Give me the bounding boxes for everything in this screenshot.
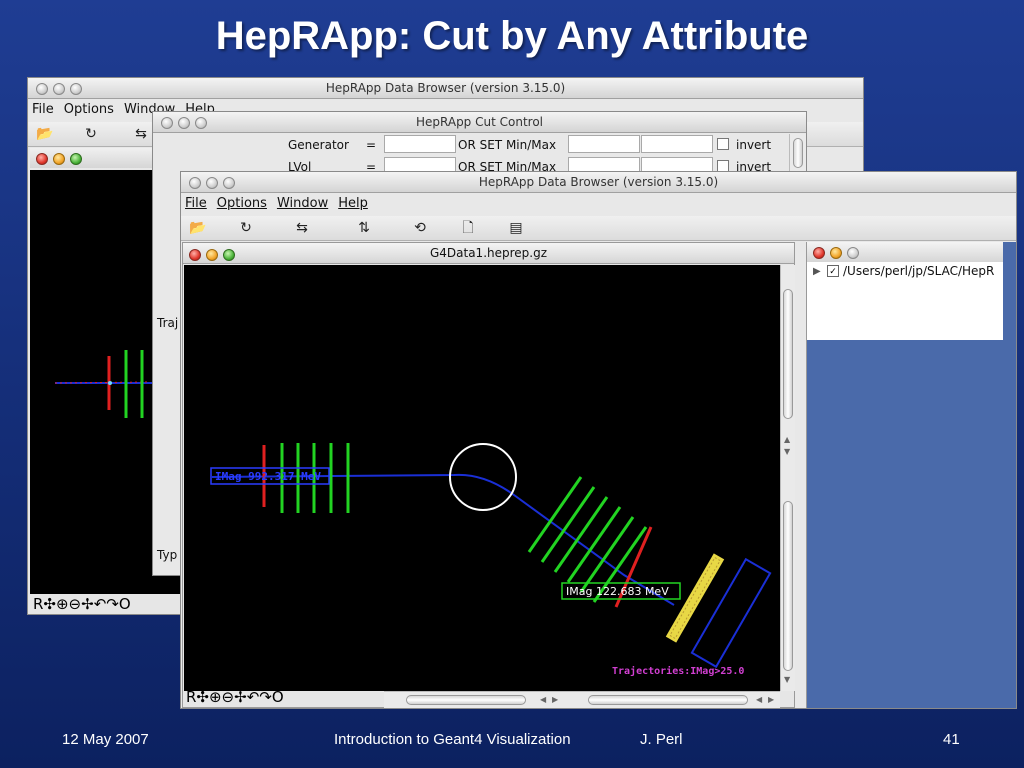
close-button[interactable] — [161, 117, 173, 129]
tree-path: /Users/perl/jp/SLAC/HepR — [843, 264, 995, 278]
horizontal-arrows-icon[interactable]: ⇆ — [285, 218, 319, 238]
tree-titlebar[interactable] — [807, 242, 1003, 263]
rotate-icon[interactable]: ⟲ — [407, 218, 433, 238]
reload-icon[interactable]: ↻ — [233, 218, 259, 238]
invert-checkbox[interactable] — [717, 138, 729, 150]
trajectories-label: Trajectories:IMag>25.0 — [612, 666, 745, 677]
cut-control-scrollbar[interactable] — [789, 134, 806, 174]
scroll-right-arrow[interactable]: ▶ — [552, 695, 558, 704]
g4data-subwindow: G4Data1.heprep.gz IMag 992.317 MeV IMag … — [182, 242, 795, 708]
horizontal-arrows-icon[interactable]: ⇆ — [128, 124, 154, 144]
menu-file[interactable]: File — [32, 100, 54, 120]
close-button[interactable] — [189, 177, 201, 189]
footer-author: J. Perl — [640, 731, 683, 748]
scroll-right-arrow[interactable]: ▶ — [768, 695, 774, 704]
zoom-button[interactable] — [70, 153, 82, 165]
canvas-h-thumb-right[interactable] — [588, 695, 748, 705]
minimize-button[interactable] — [53, 83, 65, 95]
menu-file[interactable]: File — [185, 194, 207, 214]
menu-options[interactable]: Options — [64, 100, 114, 120]
scroll-down-arrow[interactable]: ▼ — [784, 675, 790, 684]
menu-window[interactable]: Window — [277, 194, 328, 214]
back-window-titlebar[interactable]: HepRApp Data Browser (version 3.15.0) — [28, 78, 863, 99]
cut-side-label-typ: Typ — [157, 548, 178, 562]
reload-icon[interactable]: ↻ — [78, 124, 104, 144]
canvas-v-thumb-top[interactable] — [783, 289, 793, 419]
tree-icon[interactable]: ▤ — [503, 218, 529, 238]
open-folder-icon[interactable]: 📂 — [32, 124, 58, 144]
footer-page: 41 — [943, 731, 960, 748]
scroll-up-arrow[interactable]: ▲ — [784, 435, 790, 444]
front-window-title: HepRApp Data Browser (version 3.15.0) — [478, 175, 719, 189]
minimize-button[interactable] — [178, 117, 190, 129]
scroll-left-arrow[interactable]: ◀ — [540, 695, 546, 704]
minimize-button[interactable] — [830, 247, 842, 259]
canvas-h-thumb-left[interactable] — [406, 695, 526, 705]
close-button[interactable] — [189, 249, 201, 261]
yellow-calorimeter — [665, 553, 725, 643]
front-window-titlebar[interactable]: HepRApp Data Browser (version 3.15.0) — [181, 172, 1016, 193]
zoom-button[interactable] — [223, 249, 235, 261]
open-folder-icon[interactable]: 📂 — [185, 218, 211, 238]
tree-expand-icon[interactable]: ▶ — [813, 266, 821, 277]
magnet-circle — [449, 443, 517, 511]
new-document-icon[interactable]: 🗋 — [455, 218, 481, 238]
g4data-titlebar[interactable]: G4Data1.heprep.gz — [183, 243, 794, 264]
front-canvas[interactable]: IMag 992.317 MeV IMag 122.683 MeV Trajec… — [184, 265, 780, 691]
imag-right-label: IMag 122.683 MeV — [566, 585, 669, 598]
cut-value-input[interactable] — [384, 135, 456, 153]
g4data-title: G4Data1.heprep.gz — [429, 246, 548, 260]
back-window-title: HepRApp Data Browser (version 3.15.0) — [325, 81, 566, 95]
back-status-tools[interactable]: R✣⊕⊖✢↶↷O — [33, 595, 131, 613]
cut-control-scroll-thumb[interactable] — [793, 138, 803, 168]
tree-checkbox[interactable]: ✓ — [827, 265, 839, 277]
cut-eq: = — [366, 138, 377, 152]
vertical-arrows-icon[interactable]: ⇅ — [347, 218, 381, 238]
close-button[interactable] — [36, 153, 48, 165]
menu-options[interactable]: Options — [217, 194, 267, 214]
cut-control-titlebar[interactable]: HepRApp Cut Control — [153, 112, 806, 133]
back-statusbar: R✣⊕⊖✢↶↷O — [30, 594, 180, 614]
minimize-button[interactable] — [206, 177, 218, 189]
scroll-down-arrow[interactable]: ▼ — [784, 447, 790, 456]
tree-view[interactable]: ▶ ✓ /Users/perl/jp/SLAC/HepR — [807, 262, 1003, 340]
canvas-vertical-scrollbar[interactable]: ▲ ▼ ▼ — [780, 265, 795, 691]
cut-max-input[interactable] — [641, 135, 713, 153]
cut-row-generator: Generator = OR SET Min/Max invert — [153, 134, 793, 156]
back-hit-point — [108, 381, 112, 385]
canvas-horizontal-scrollbar[interactable]: ◀ ▶ ◀ ▶ — [384, 691, 780, 708]
cut-or-set: OR SET Min/Max — [458, 138, 557, 152]
invert-label: invert — [736, 138, 772, 152]
close-button[interactable] — [36, 83, 48, 95]
cut-min-input[interactable] — [568, 135, 640, 153]
front-status-tools[interactable]: R✣⊕⊖✢↶↷O — [186, 688, 284, 706]
footer-date: 12 May 2007 — [62, 731, 149, 748]
zoom-button[interactable] — [223, 177, 235, 189]
front-data-browser-window: HepRApp Data Browser (version 3.15.0) Fi… — [180, 171, 1017, 709]
slide-title: HepRApp: Cut by Any Attribute — [215, 14, 809, 58]
zoom-button[interactable] — [70, 83, 82, 95]
cut-control-title: HepRApp Cut Control — [415, 115, 543, 129]
menu-help[interactable]: Help — [338, 194, 368, 214]
cut-side-label-traj: Traj — [157, 316, 179, 330]
imag-left-label: IMag 992.317 MeV — [215, 470, 321, 483]
zoom-button[interactable] — [847, 247, 859, 259]
scroll-left-arrow[interactable]: ◀ — [756, 695, 762, 704]
footer-course: Introduction to Geant4 Visualization — [334, 731, 571, 748]
zoom-button[interactable] — [195, 117, 207, 129]
close-button[interactable] — [813, 247, 825, 259]
front-menubar: File Options Window Help — [181, 194, 1016, 214]
tree-panel: ▶ ✓ /Users/perl/jp/SLAC/HepR — [806, 242, 1016, 708]
canvas-v-thumb-bottom[interactable] — [783, 501, 793, 671]
minimize-button[interactable] — [53, 153, 65, 165]
front-toolbar: 📂 ↻ ⇆ ⇅ ⟲ 🗋 ▤ — [181, 216, 1016, 241]
front-statusbar: R✣⊕⊖✢↶↷O ◀ ▶ ◀ ▶ — [184, 688, 794, 708]
cut-label: Generator — [288, 138, 349, 152]
minimize-button[interactable] — [206, 249, 218, 261]
